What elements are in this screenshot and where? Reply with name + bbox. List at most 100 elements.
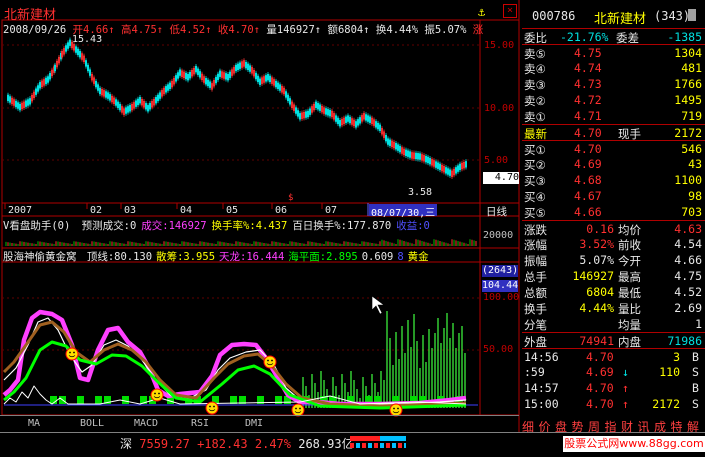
candle-body bbox=[145, 103, 148, 110]
header-amount: 6804 bbox=[337, 24, 364, 36]
side-tab[interactable]: 成 bbox=[654, 418, 666, 435]
mouse-cursor-icon bbox=[371, 295, 385, 315]
side-tab[interactable]: 周 bbox=[588, 418, 600, 435]
candle-body bbox=[286, 94, 289, 102]
candle-body bbox=[378, 124, 381, 131]
candle-body bbox=[274, 80, 277, 88]
bid-row: 买① 4.70 546 bbox=[522, 140, 705, 157]
current-price-tag: 4.70 bbox=[483, 172, 519, 184]
stat-row: 振幅 5.07% 今开 4.66 bbox=[524, 253, 702, 268]
period-label[interactable]: 日线 bbox=[486, 204, 507, 219]
candle-body bbox=[217, 73, 220, 81]
ask-row: 卖② 4.72 1495 bbox=[524, 93, 702, 108]
side-tab[interactable]: 指 bbox=[605, 418, 617, 435]
volume-stat: 预测成交:0 bbox=[81, 220, 137, 232]
smiley-eye bbox=[158, 392, 160, 395]
candle-body bbox=[147, 105, 150, 112]
side-tab[interactable]: 财 bbox=[621, 418, 633, 435]
candle-body bbox=[79, 51, 82, 58]
candle-body bbox=[406, 150, 409, 157]
index-ticker[interactable]: 深 7559.27 +182.43 2.47% 268.93亿 bbox=[120, 435, 354, 452]
chip-line bbox=[2, 320, 467, 408]
indicator-title: 股海神偷黄金窝 bbox=[3, 251, 77, 263]
candle-body bbox=[358, 117, 361, 124]
candle-body bbox=[276, 82, 279, 89]
indicator-value-box-2: 104.44 bbox=[482, 280, 519, 292]
candle-body bbox=[418, 153, 421, 160]
side-tab[interactable]: 价 bbox=[539, 418, 551, 435]
candle-body bbox=[278, 84, 281, 91]
stat-row: 涨跌 0.16 均价 4.63 bbox=[522, 220, 705, 237]
candle-body bbox=[446, 168, 449, 175]
ask-row: 卖⑤ 4.75 1304 bbox=[522, 44, 705, 61]
candle-body bbox=[159, 92, 162, 99]
smiley-icon bbox=[150, 388, 164, 402]
candle-body bbox=[404, 149, 407, 156]
stat-row: 换手 4.44% 量比 2.69 bbox=[524, 301, 702, 316]
stock-title: 北新建材 bbox=[4, 8, 57, 23]
quote-count: (343) bbox=[654, 9, 691, 23]
side-tab[interactable]: 特 bbox=[671, 418, 683, 435]
header-volume: 146927 bbox=[276, 24, 315, 36]
date-axis-label: 06 bbox=[275, 205, 288, 216]
header-amplitude: 5.07% bbox=[434, 24, 467, 36]
low-price-label: 3.58 bbox=[408, 187, 433, 198]
date-axis-label: 04 bbox=[180, 205, 193, 216]
tab-ma[interactable]: MA bbox=[4, 418, 64, 432]
indicator-tick-100: 100.00 bbox=[483, 292, 520, 303]
ask-row: 卖③ 4.73 1766 bbox=[524, 77, 702, 92]
market-breadth-bar bbox=[350, 436, 406, 448]
side-tab[interactable]: 盘 bbox=[555, 418, 567, 435]
candle-body bbox=[324, 108, 327, 115]
candle-body bbox=[255, 72, 258, 80]
candle-body bbox=[344, 116, 347, 123]
side-tab[interactable]: 讯 bbox=[638, 418, 650, 435]
tick-row: 14:56 4.70 3 B bbox=[522, 348, 705, 365]
candle-body bbox=[125, 107, 128, 114]
indicator-block bbox=[77, 396, 84, 404]
candle-body bbox=[247, 63, 250, 71]
candle-body bbox=[26, 99, 29, 106]
side-tab[interactable]: 解 bbox=[687, 418, 699, 435]
volume-stat: 收益:0 bbox=[396, 220, 430, 232]
side-tab[interactable]: 细 bbox=[522, 418, 534, 435]
side-tab[interactable]: 势 bbox=[572, 418, 584, 435]
tab-dmi[interactable]: DMI bbox=[228, 418, 280, 432]
candle-body bbox=[46, 76, 49, 83]
header-date: 2008/09/26 bbox=[3, 24, 67, 36]
date-axis-label: 05 bbox=[226, 205, 239, 216]
volume-panel-title: V看盘助手(0) bbox=[3, 220, 71, 232]
tab-rsi[interactable]: RSI bbox=[174, 418, 226, 432]
indicator-stat: 顶线:80.130 bbox=[86, 251, 153, 263]
indicator-stat: 0.609 bbox=[361, 251, 394, 263]
candle-body bbox=[454, 167, 457, 174]
indicator-stat: 海平面:2.895 bbox=[288, 251, 358, 263]
close-panel-icon[interactable]: × bbox=[503, 4, 517, 18]
anchor-icon[interactable]: ⚓ bbox=[478, 5, 485, 19]
candle-body bbox=[169, 82, 172, 89]
smiley-icon bbox=[65, 347, 79, 361]
scroll-thumb[interactable] bbox=[688, 9, 696, 21]
smiley-eye bbox=[295, 407, 297, 410]
candle-body bbox=[256, 75, 259, 83]
candle-body bbox=[326, 109, 329, 116]
candle-body bbox=[28, 98, 31, 105]
candle-body bbox=[75, 46, 78, 53]
smiley-icon bbox=[205, 401, 219, 415]
candle-body bbox=[396, 144, 399, 151]
smiley-eye bbox=[393, 407, 395, 410]
candle-body bbox=[348, 116, 351, 124]
volume-stat: 换手率%:4.437 bbox=[211, 220, 288, 232]
price-tick-10: 10.00 bbox=[484, 103, 515, 114]
candle-body bbox=[237, 63, 240, 71]
tab-boll[interactable]: BOLL bbox=[66, 418, 118, 432]
candle-body bbox=[16, 102, 19, 109]
header-close: 4.70 bbox=[228, 24, 254, 36]
smiley-eye bbox=[209, 405, 211, 408]
candle-body bbox=[97, 84, 100, 91]
smiley-icon bbox=[263, 355, 277, 369]
candle-body bbox=[336, 117, 339, 125]
tab-macd[interactable]: MACD bbox=[120, 418, 172, 432]
candle-body bbox=[89, 69, 92, 76]
candle-body bbox=[438, 163, 441, 171]
